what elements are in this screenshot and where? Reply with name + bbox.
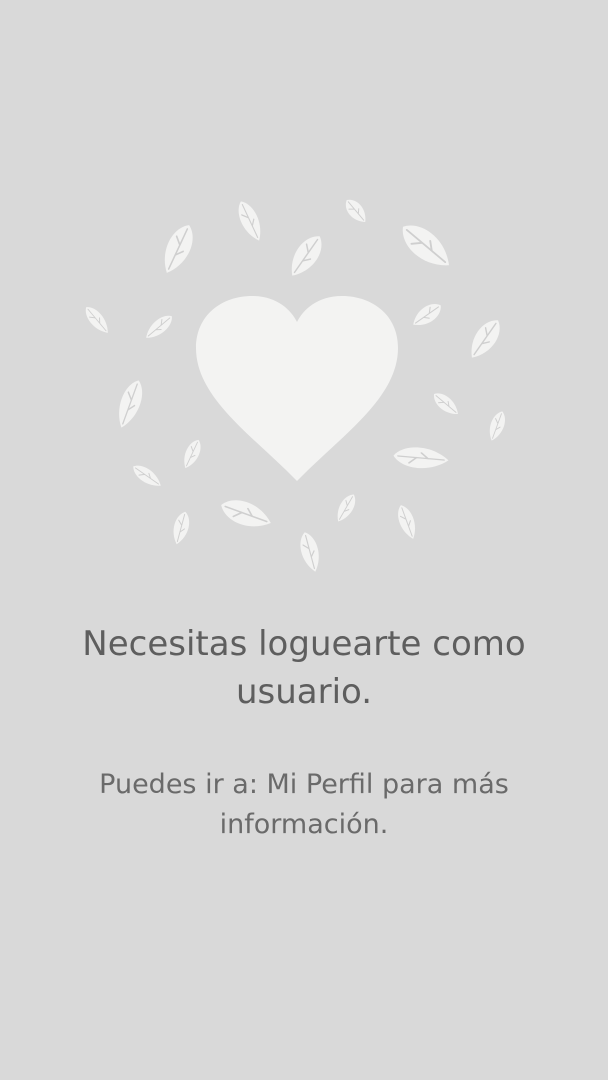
leaf-4 bbox=[340, 194, 372, 228]
heart-with-leaves-icon bbox=[80, 194, 510, 575]
login-required-screen: Necesitas loguearte como usuario. Puedes… bbox=[0, 0, 608, 1080]
leaf-19 bbox=[393, 502, 421, 542]
login-required-title: Necesitas loguearte como usuario. bbox=[82, 624, 526, 712]
leaf-3 bbox=[282, 229, 330, 283]
leaf-15 bbox=[128, 460, 166, 492]
leaf-2 bbox=[232, 197, 268, 245]
leaf-9 bbox=[462, 313, 508, 365]
leaf-6 bbox=[80, 302, 114, 338]
leaf-1 bbox=[155, 219, 201, 279]
leaf-10 bbox=[111, 376, 149, 432]
leaf-17 bbox=[331, 490, 361, 526]
heart-shape bbox=[196, 296, 398, 481]
heart-with-leaves-illustration bbox=[0, 180, 608, 590]
leaf-20 bbox=[295, 529, 325, 575]
leaf-16 bbox=[216, 493, 276, 535]
leaf-12 bbox=[484, 408, 510, 444]
leaf-5 bbox=[393, 215, 459, 277]
leaf-13 bbox=[178, 436, 206, 472]
login-required-subtitle: Puedes ir a: Mi Perfil para más informac… bbox=[99, 769, 509, 840]
leaf-18 bbox=[169, 509, 193, 547]
leaf-11 bbox=[429, 388, 463, 420]
leaf-7 bbox=[141, 310, 177, 344]
leaf-14 bbox=[391, 444, 451, 472]
leaf-8 bbox=[408, 298, 446, 332]
